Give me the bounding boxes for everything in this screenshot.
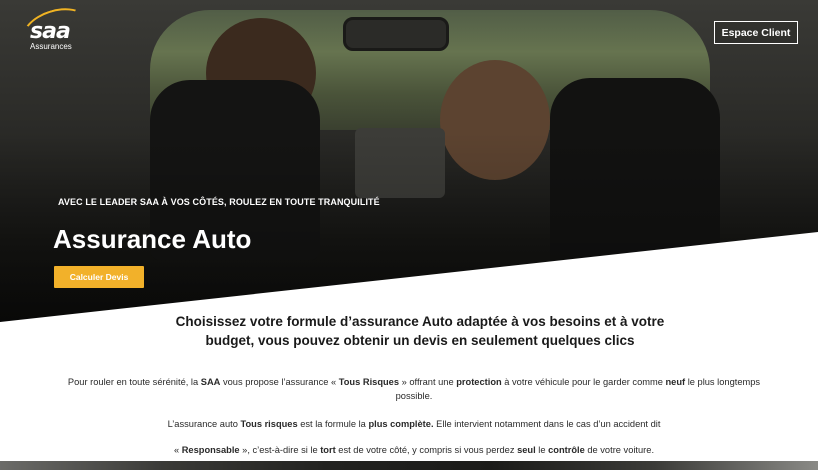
intro-paragraph-1: Pour rouler en toute sérénité, la SAA vo… [50, 375, 778, 403]
p3-text-h: contrôle [548, 445, 585, 455]
p3-text-i: de votre voiture. [584, 445, 655, 455]
p3-text-e: est de votre côté, y compris si vous per… [335, 445, 518, 455]
p1-text-h: neuf [665, 377, 686, 387]
p3-text-c: », c’est-à-dire si le [239, 445, 321, 455]
calculer-devis-button[interactable]: Calculer Devis [54, 266, 144, 288]
p1-text-e: » offrant une [399, 377, 457, 387]
next-section-image-edge [0, 461, 818, 470]
p2-text-d: plus complète. [368, 419, 434, 429]
intro-paragraph-3: « Responsable », c’est-à-dire si le tort… [50, 443, 778, 457]
p2-text-b: Tous risques [240, 419, 298, 429]
p3-text-g: le [535, 445, 549, 455]
p2-text-c: est la formule la [297, 419, 369, 429]
p3-text-a: « [173, 445, 182, 455]
p1-text-c: vous propose l’assurance « [220, 377, 339, 387]
p1-text-f: protection [456, 377, 502, 387]
espace-client-button[interactable]: Espace Client [714, 21, 798, 44]
p1-text-d: Tous Risques [338, 377, 400, 387]
p2-text-e: Elle intervient notamment dans le cas d’… [433, 419, 661, 429]
logo-subtext: Assurances [30, 42, 72, 51]
section-headline: Choisissez votre formule d’assurance Aut… [175, 314, 665, 348]
p2-text-a: L’assurance auto [167, 419, 241, 429]
intro-paragraph-2: L’assurance auto Tous risques est la for… [50, 417, 778, 431]
hero-tagline: AVEC LE LEADER SAA À VOS CÔTÉS, ROULEZ E… [58, 197, 380, 207]
p3-text-b: Responsable [181, 445, 240, 455]
p1-text-a: Pour rouler en toute sérénité, la [67, 377, 201, 387]
page-title: Assurance Auto [53, 224, 252, 254]
p1-text-b: SAA [200, 377, 221, 387]
p3-text-f: seul [517, 445, 536, 455]
p3-text-d: tort [320, 445, 336, 455]
p1-text-g: à votre véhicule pour le garder comme [501, 377, 666, 387]
logo-text: saa [30, 19, 71, 44]
